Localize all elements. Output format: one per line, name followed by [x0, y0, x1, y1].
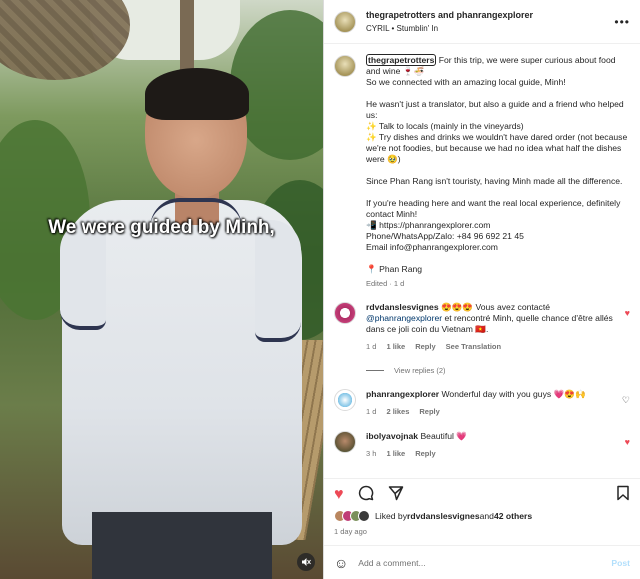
comment-mention[interactable]: @phanrangexplorer — [366, 313, 442, 323]
add-comment-bar: ☺ Post — [324, 545, 640, 579]
comment-item: ibolyavojnak Beautiful 💗 3 h 1 like Repl… — [334, 431, 630, 459]
post-comment-button[interactable]: Post — [611, 558, 630, 568]
comments-scroll-area[interactable]: thegrapetrotters For this trip, we were … — [324, 45, 640, 478]
post-sidebar: thegrapetrotters and phanrangexplorer CY… — [323, 0, 640, 579]
reply-button[interactable]: Reply — [415, 341, 435, 352]
add-comment-input[interactable] — [358, 557, 612, 568]
instagram-post-modal: We were guided by Minh, thegrapetrotters… — [0, 0, 640, 579]
send-icon[interactable] — [388, 485, 404, 505]
reply-button[interactable]: Reply — [415, 448, 435, 459]
comment-meta: 1 d 2 likes Reply — [366, 406, 616, 417]
comment-item: rdvdanslesvignes 😍😍😍 Vous avez contacté … — [334, 302, 630, 352]
comment-username[interactable]: ibolyavojnak — [366, 431, 418, 441]
comment-meta: 1 d 1 like Reply See Translation — [366, 341, 616, 352]
post-caption: thegrapetrotters For this trip, we were … — [334, 54, 630, 275]
divider-line — [366, 370, 384, 371]
view-replies-label: View replies (2) — [394, 366, 446, 375]
reply-button[interactable]: Reply — [419, 406, 439, 417]
likes-others[interactable]: 42 others — [494, 511, 532, 521]
person-hair — [145, 68, 249, 120]
commenter-avatar[interactable] — [334, 431, 356, 453]
comment-likes[interactable]: 1 like — [386, 341, 405, 352]
comment-likes[interactable]: 2 likes — [386, 406, 409, 417]
speaker-muted-icon[interactable] — [297, 553, 315, 571]
comment-likes[interactable]: 1 like — [386, 448, 405, 459]
commenter-avatar[interactable] — [334, 302, 356, 324]
comment-text: 😍😍😍 Vous avez contacté — [438, 302, 551, 312]
person-pants — [92, 512, 272, 579]
likes-middle: and — [479, 511, 494, 521]
heart-filled-icon[interactable]: ♥ — [334, 486, 344, 503]
comment-text: Wonderful day with you guys 💗😍🙌 — [439, 389, 586, 399]
post-authors: thegrapetrotters and phanrangexplorer CY… — [366, 9, 533, 35]
caption-text: thegrapetrotters For this trip, we were … — [366, 54, 628, 275]
comment-time: 1 d — [366, 407, 377, 416]
heart-filled-icon[interactable]: ♥ — [625, 308, 630, 318]
comment-time: 3 h — [366, 449, 377, 458]
comment-item: phanrangexplorer Wonderful day with you … — [334, 389, 630, 417]
more-options-icon[interactable]: ••• — [614, 15, 630, 29]
post-time[interactable]: 1 day ago — [334, 527, 367, 536]
author-avatar[interactable] — [334, 10, 356, 33]
liker-avatars[interactable] — [334, 510, 370, 522]
liker-username[interactable]: rdvdanslesvignes — [407, 511, 480, 521]
comment-text: Beautiful 💗 — [418, 431, 467, 441]
heart-outline-icon[interactable]: ♡ — [622, 395, 630, 406]
heart-filled-icon[interactable]: ♥ — [625, 437, 630, 447]
commenter-avatar[interactable] — [334, 389, 356, 411]
emoji-icon[interactable]: ☺ — [334, 555, 348, 571]
see-translation-button[interactable]: See Translation — [446, 341, 501, 352]
post-actions-bar: ♥ — [324, 478, 640, 510]
view-replies-button[interactable]: View replies (2) — [366, 366, 630, 375]
comment-username[interactable]: phanrangexplorer — [366, 389, 439, 399]
caption-edited-time: Edited · 1 d — [366, 279, 405, 288]
reel-video[interactable]: We were guided by Minh, — [0, 0, 323, 579]
likes-prefix: Liked by — [375, 511, 408, 521]
caption-body: For this trip, we were super curious abo… — [366, 55, 628, 274]
tree-trunk — [180, 0, 194, 70]
video-caption-overlay: We were guided by Minh, — [48, 217, 275, 238]
caption-username[interactable]: thegrapetrotters — [366, 54, 437, 66]
comment-icon[interactable] — [358, 485, 374, 505]
comment-time: 1 d — [366, 342, 377, 351]
collab-usernames[interactable]: thegrapetrotters and phanrangexplorer — [366, 9, 533, 22]
thatched-umbrella — [0, 0, 130, 80]
audio-track[interactable]: CYRIL • Stumblin' In — [366, 22, 533, 35]
comment-meta: 3 h 1 like Reply — [366, 448, 616, 459]
likes-summary: Liked by rdvdanslesvignes and 42 others — [334, 510, 532, 522]
comment-username[interactable]: rdvdanslesvignes — [366, 302, 439, 312]
caption-author-avatar[interactable] — [334, 55, 356, 77]
bookmark-icon[interactable] — [616, 485, 630, 505]
post-header: thegrapetrotters and phanrangexplorer CY… — [324, 0, 640, 44]
